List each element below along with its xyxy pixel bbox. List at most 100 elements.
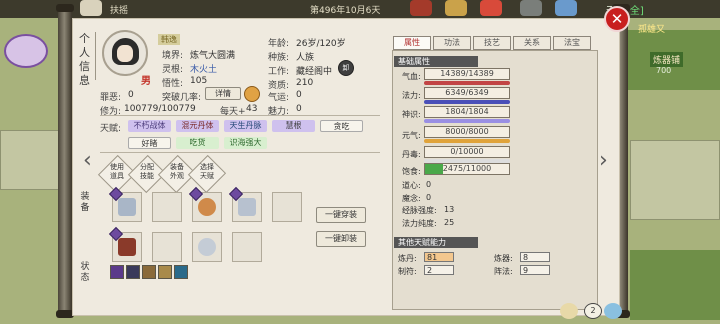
evil-value: 0 xyxy=(128,90,134,100)
tab-equipment[interactable]: 装备 xyxy=(74,192,96,216)
spirit-bar-fill xyxy=(424,119,510,123)
equip-slot-boots[interactable] xyxy=(228,186,262,222)
charm-value: 0 xyxy=(296,104,302,114)
status-buff-icon[interactable] xyxy=(158,265,172,279)
mp-bar-track xyxy=(424,100,510,104)
tab-skills[interactable]: 技艺 xyxy=(473,36,511,50)
game-date: 第496年10月6天 xyxy=(310,6,381,16)
prev-character-arrow-icon[interactable]: ‹ xyxy=(83,148,92,173)
forge-label: 炼器: xyxy=(494,254,513,263)
equip-slot-empty[interactable] xyxy=(152,192,182,222)
equip-slot-accessory[interactable] xyxy=(188,186,222,222)
status-buff-icon[interactable] xyxy=(142,265,156,279)
tab-label: 装备 xyxy=(80,192,90,213)
game-screen: 扶摇 第496年10月6天 天[安全] 孤雄又 炼器铺 700 ‹ › ✕ 个人… xyxy=(0,0,720,324)
meridian-value: 13 xyxy=(444,205,455,214)
portrait-face xyxy=(117,45,133,62)
character-name[interactable]: 韩逸 xyxy=(158,34,180,45)
action-text: 天赋 xyxy=(200,172,214,180)
action-text: 分配 xyxy=(140,163,154,171)
weapon-icon xyxy=(118,238,136,256)
evil-label: 罪恶: xyxy=(100,93,122,103)
mana-purity-value: 25 xyxy=(444,218,455,227)
insight-label: 悟性: xyxy=(162,79,184,89)
basic-attributes-header: 基础属性 xyxy=(394,56,478,67)
tab-relations[interactable]: 关系 xyxy=(513,36,551,50)
talent-tag[interactable]: 慧根 xyxy=(272,120,315,132)
alchemy-label: 炼丹: xyxy=(398,254,417,263)
choose-talent-label: 选择 天赋 xyxy=(194,163,220,181)
next-character-arrow-icon[interactable]: › xyxy=(599,148,608,173)
scroll-icon[interactable] xyxy=(560,303,578,319)
talent-tag[interactable]: 吃货 xyxy=(176,137,219,149)
map-tile xyxy=(0,130,60,190)
status-buff-icon[interactable] xyxy=(110,265,124,279)
decor-icon xyxy=(80,0,102,16)
talent-tag[interactable]: 好睹 xyxy=(128,137,171,149)
map-garden xyxy=(630,250,720,320)
decor-icon xyxy=(445,0,467,16)
page-indicator[interactable]: 2 xyxy=(584,303,602,319)
mana-purity-label: 法力纯度: xyxy=(402,219,437,228)
satiety-value: 2475/11000 xyxy=(424,163,510,175)
hp-bar-fill xyxy=(424,81,510,85)
spirit-value: 1804/1804 xyxy=(424,106,510,118)
unequip-all-button[interactable]: 一键卸装 xyxy=(316,231,366,247)
tab-status[interactable]: 状态 xyxy=(74,262,96,288)
close-icon[interactable]: ✕ xyxy=(604,6,630,32)
tab-treasures[interactable]: 法宝 xyxy=(553,36,591,50)
action-text: 技能 xyxy=(140,172,154,180)
talent-tag[interactable]: 贪吃 xyxy=(320,120,363,132)
cultivation-value: 100779/100779 xyxy=(124,104,196,114)
scroll-cap xyxy=(56,4,74,12)
status-buff-icon[interactable] xyxy=(126,265,140,279)
talisman-value: 2 xyxy=(424,265,454,275)
luck-value: 0 xyxy=(296,90,302,100)
mp-label: 法力: xyxy=(402,91,421,100)
tab-techniques[interactable]: 功法 xyxy=(433,36,471,50)
aptitude-value: 210 xyxy=(296,78,314,88)
talisman-label: 制符: xyxy=(398,267,417,276)
talent-tag[interactable]: 识海强大 xyxy=(224,137,267,149)
equip-slot-empty[interactable] xyxy=(152,232,182,262)
gender-label: 男 xyxy=(141,76,151,87)
menu-icon[interactable] xyxy=(604,303,622,319)
satiety-label: 饱食: xyxy=(402,167,421,176)
equip-slot-empty[interactable] xyxy=(232,232,262,262)
right-tab-bar: 属性 功法 技艺 关系 法宝 xyxy=(393,36,593,50)
per-day-value: 43 xyxy=(246,104,258,114)
equip-slot-empty[interactable] xyxy=(272,192,302,222)
assign-skill-label: 分配 技能 xyxy=(134,163,160,181)
decor-icon xyxy=(520,0,542,16)
equip-slot-armor[interactable] xyxy=(108,186,142,222)
tab-attributes[interactable]: 属性 xyxy=(393,36,431,50)
left-avatar-icon[interactable] xyxy=(4,34,48,68)
job-value[interactable]: 藏经阁中 xyxy=(296,64,332,77)
character-portrait[interactable] xyxy=(102,30,148,76)
tab-personal-info[interactable]: 个人信息 xyxy=(74,32,96,87)
action-text: 选择 xyxy=(200,163,214,171)
hp-label: 气血: xyxy=(402,72,421,81)
scroll-rod-left xyxy=(58,6,72,316)
talent-tag[interactable]: 混元丹体 xyxy=(176,120,219,132)
breakthrough-label: 突破几率: xyxy=(162,93,202,103)
mp-value: 6349/6349 xyxy=(424,87,510,99)
details-button[interactable]: 详情 xyxy=(205,87,241,100)
equip-slot-weapon[interactable] xyxy=(108,226,142,262)
job-label: 工作: xyxy=(268,67,290,77)
artifact-icon xyxy=(198,238,216,256)
status-buff-icon[interactable] xyxy=(174,265,188,279)
job-badge-icon[interactable]: 卸 xyxy=(338,60,354,76)
age-value: 26岁/120岁 xyxy=(296,39,346,49)
talent-tag[interactable]: 天生丹脉 xyxy=(224,120,267,132)
age-label: 年龄: xyxy=(268,39,290,49)
equip-all-button[interactable]: 一键穿装 xyxy=(316,207,366,223)
equip-slot-artifact[interactable] xyxy=(192,232,222,262)
action-text: 外观 xyxy=(170,172,184,180)
fire-icon[interactable] xyxy=(244,86,260,102)
formation-value: 9 xyxy=(520,265,550,275)
mp-bar-fill xyxy=(424,100,510,104)
poison-value: 0/10000 xyxy=(424,146,510,158)
talent-tag[interactable]: 不朽战体 xyxy=(128,120,171,132)
map-label[interactable]: 炼器铺 xyxy=(650,52,684,67)
